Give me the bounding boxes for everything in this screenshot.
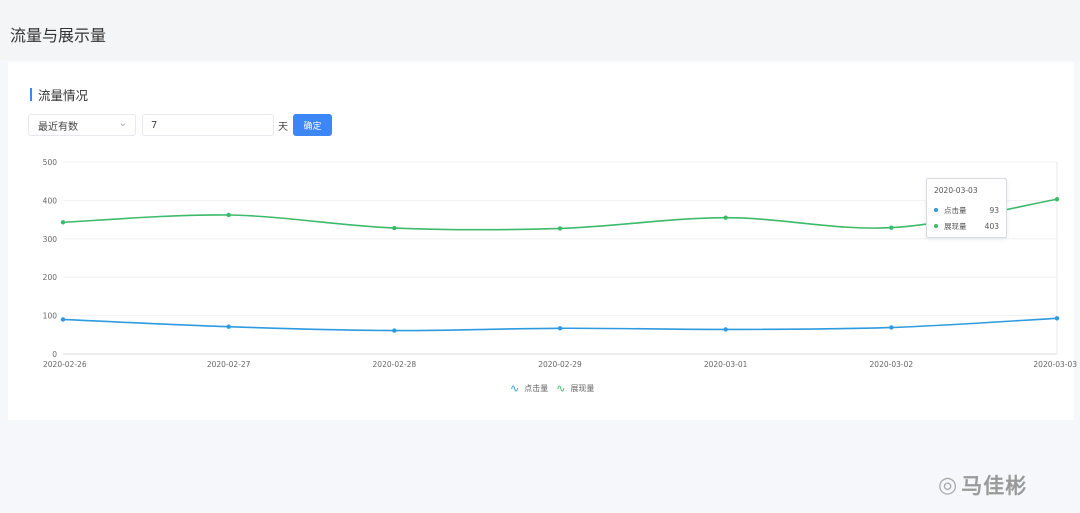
impression-series-point[interactable] bbox=[557, 226, 563, 231]
legend-click-swatch-icon: ∿ bbox=[510, 381, 520, 395]
axes: 0 100 200 300 400 500 2020-02-26 2020-02-27 2020… bbox=[43, 158, 1078, 369]
legend-impression-label: 展现量 bbox=[570, 384, 595, 393]
impression-series-point[interactable] bbox=[1054, 197, 1060, 202]
impression-series-point[interactable] bbox=[226, 212, 231, 218]
tooltip-title: 2020-03-03 bbox=[934, 186, 978, 195]
legend-item-click[interactable]: ∿ 点击量 bbox=[510, 383, 548, 394]
impression-series-line bbox=[62, 198, 1058, 231]
impression-series-point[interactable] bbox=[60, 220, 66, 225]
tooltip-click-name: 点击量 bbox=[944, 205, 967, 215]
click-series-point[interactable] bbox=[392, 328, 397, 333]
impression-series-point[interactable] bbox=[723, 215, 728, 220]
y-tick-label: 100 bbox=[43, 312, 58, 321]
tooltip-impression-name: 展现量 bbox=[944, 221, 967, 231]
tooltip-click-value: 93 bbox=[989, 205, 999, 215]
impression-series-point[interactable] bbox=[889, 225, 894, 230]
y-tick-label: 0 bbox=[52, 350, 57, 359]
impression-series-point[interactable] bbox=[392, 225, 397, 231]
x-tick-label: 2020-03-02 bbox=[870, 360, 914, 369]
x-tick-label: 2020-03-01 bbox=[704, 360, 748, 369]
click-series-point[interactable] bbox=[889, 325, 894, 330]
line-chart: 0 100 200 300 400 500 2020-02-26 2020-02-27 2020… bbox=[43, 158, 1078, 369]
weibo-logo-icon: ◎ bbox=[938, 472, 958, 498]
tooltip-row-impression: 展现量 403 bbox=[934, 218, 999, 234]
y-tick-label: 400 bbox=[43, 196, 58, 205]
legend-click-label: 点击量 bbox=[524, 384, 549, 393]
watermark: ◎ 马佳彬 bbox=[938, 470, 1027, 500]
y-tick-label: 500 bbox=[43, 158, 58, 167]
tooltip-impression-value: 403 bbox=[984, 221, 999, 231]
legend-item-impression[interactable]: ∿ 展现量 bbox=[556, 383, 594, 394]
chart-tooltip: 2020-03-03 点击量 93 展现量 403 bbox=[926, 178, 1007, 238]
click-series-point[interactable] bbox=[723, 327, 728, 332]
click-series-point[interactable] bbox=[557, 326, 563, 331]
x-tick-label: 2020-02-29 bbox=[538, 360, 582, 369]
watermark-name: 马佳彬 bbox=[961, 474, 1028, 498]
grid-lines bbox=[63, 161, 1058, 355]
legend-impression-swatch-icon: ∿ bbox=[556, 381, 566, 395]
x-tick-label: 2020-03-03 bbox=[1033, 360, 1077, 369]
click-series-point[interactable] bbox=[1054, 316, 1060, 321]
x-tick-label: 2020-02-26 bbox=[43, 360, 87, 369]
click-series-point[interactable] bbox=[226, 324, 231, 329]
x-tick-label: 2020-02-27 bbox=[207, 360, 251, 369]
y-tick-label: 200 bbox=[43, 273, 58, 282]
tooltip-click-dot bbox=[934, 208, 938, 212]
click-series-point[interactable] bbox=[60, 317, 66, 322]
x-tick-label: 2020-02-28 bbox=[373, 360, 417, 369]
tooltip-row-click: 点击量 93 bbox=[934, 202, 999, 218]
chart-legend: ∿ 点击量 ∿ 展现量 bbox=[510, 383, 602, 394]
series-lines bbox=[60, 197, 1060, 333]
tooltip-impression-dot bbox=[934, 224, 938, 228]
y-tick-label: 300 bbox=[43, 235, 58, 244]
